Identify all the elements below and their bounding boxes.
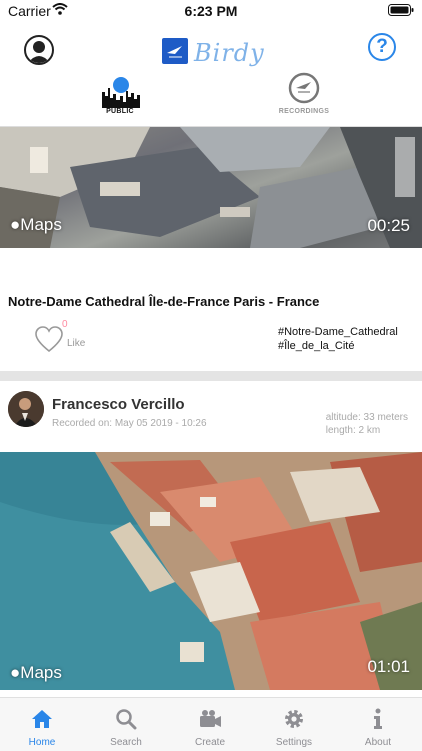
author-avatar[interactable] xyxy=(8,391,44,427)
altitude-label: altitude: 33 meters xyxy=(325,412,408,423)
heart-icon[interactable] xyxy=(34,324,64,354)
clock: 6:23 PM xyxy=(184,3,238,19)
battery-icon xyxy=(388,4,414,16)
mode-switcher: PUBLIC RECORDINGS xyxy=(0,70,422,126)
hashtag[interactable]: #Notre-Dame_Cathedral xyxy=(278,325,398,339)
brand-logo: Birdy xyxy=(162,38,272,67)
gear-icon xyxy=(285,710,303,728)
tab-recordings-label: RECORDINGS xyxy=(278,108,330,115)
user-avatar-icon xyxy=(28,41,50,63)
tab-about[interactable]: About xyxy=(336,698,420,751)
tab-public-label: PUBLIC xyxy=(106,108,134,115)
bird-logo-icon xyxy=(162,38,188,64)
apple-logo-icon: ● xyxy=(10,215,21,234)
post-title: Notre-Dame Cathedral Île-de-France Paris… xyxy=(8,294,320,309)
apple-logo-icon: ● xyxy=(10,663,21,682)
tab-label: Home xyxy=(28,737,56,748)
profile-button[interactable] xyxy=(24,35,54,65)
video-duration: 00:25 xyxy=(367,216,410,235)
maps-watermark: ●Maps xyxy=(10,663,62,683)
tab-public[interactable]: PUBLIC xyxy=(80,70,160,126)
tab-recordings[interactable]: RECORDINGS xyxy=(264,70,344,126)
recordings-icon xyxy=(288,72,320,104)
video-thumbnail[interactable]: ●Maps 01:01 xyxy=(0,452,422,690)
tab-search[interactable]: Search xyxy=(84,698,168,751)
video-thumbnail[interactable]: ●Maps 00:25 xyxy=(0,127,422,248)
tab-label: Search xyxy=(110,737,142,748)
tab-create[interactable]: Create xyxy=(168,698,252,751)
tab-label: Create xyxy=(194,737,225,748)
like-label[interactable]: Like xyxy=(67,338,85,349)
video-duration: 01:01 xyxy=(367,657,410,676)
aerial-rooftops-image xyxy=(0,127,422,248)
post-separator xyxy=(0,371,422,381)
flight-stats: altitude: 33 meters length: 2 km xyxy=(326,411,408,437)
author-name[interactable]: Francesco Vercillo xyxy=(52,396,185,413)
search-icon xyxy=(116,709,137,730)
info-icon xyxy=(374,708,382,729)
maps-label: Maps xyxy=(20,215,62,234)
maps-label: Maps xyxy=(20,663,62,682)
brand-name: Birdy xyxy=(194,39,265,67)
help-button[interactable]: ? xyxy=(368,33,396,61)
tab-settings[interactable]: Settings xyxy=(252,698,336,751)
author-photo xyxy=(8,391,44,427)
tab-home[interactable]: Home xyxy=(0,698,84,751)
recorded-date: Recorded on: May 05 2019 - 10:26 xyxy=(52,418,207,429)
status-bar: Carrier 6:23 PM xyxy=(0,0,422,22)
city-skyline-icon xyxy=(102,77,140,108)
tab-bar: Home Search Create Settings About xyxy=(0,697,422,751)
hashtag[interactable]: #Île_de_la_Cité xyxy=(278,339,398,353)
maps-watermark: ●Maps xyxy=(10,215,62,235)
aerial-coast-image xyxy=(0,452,422,690)
hashtags: #Notre-Dame_Cathedral #Île_de_la_Cité xyxy=(278,325,398,353)
tab-label: Settings xyxy=(275,737,313,748)
tab-label: About xyxy=(364,737,392,748)
length-label: length: 2 km xyxy=(325,425,381,436)
like-count: 0 xyxy=(62,319,68,330)
home-icon xyxy=(32,710,52,728)
video-camera-icon xyxy=(200,710,221,727)
